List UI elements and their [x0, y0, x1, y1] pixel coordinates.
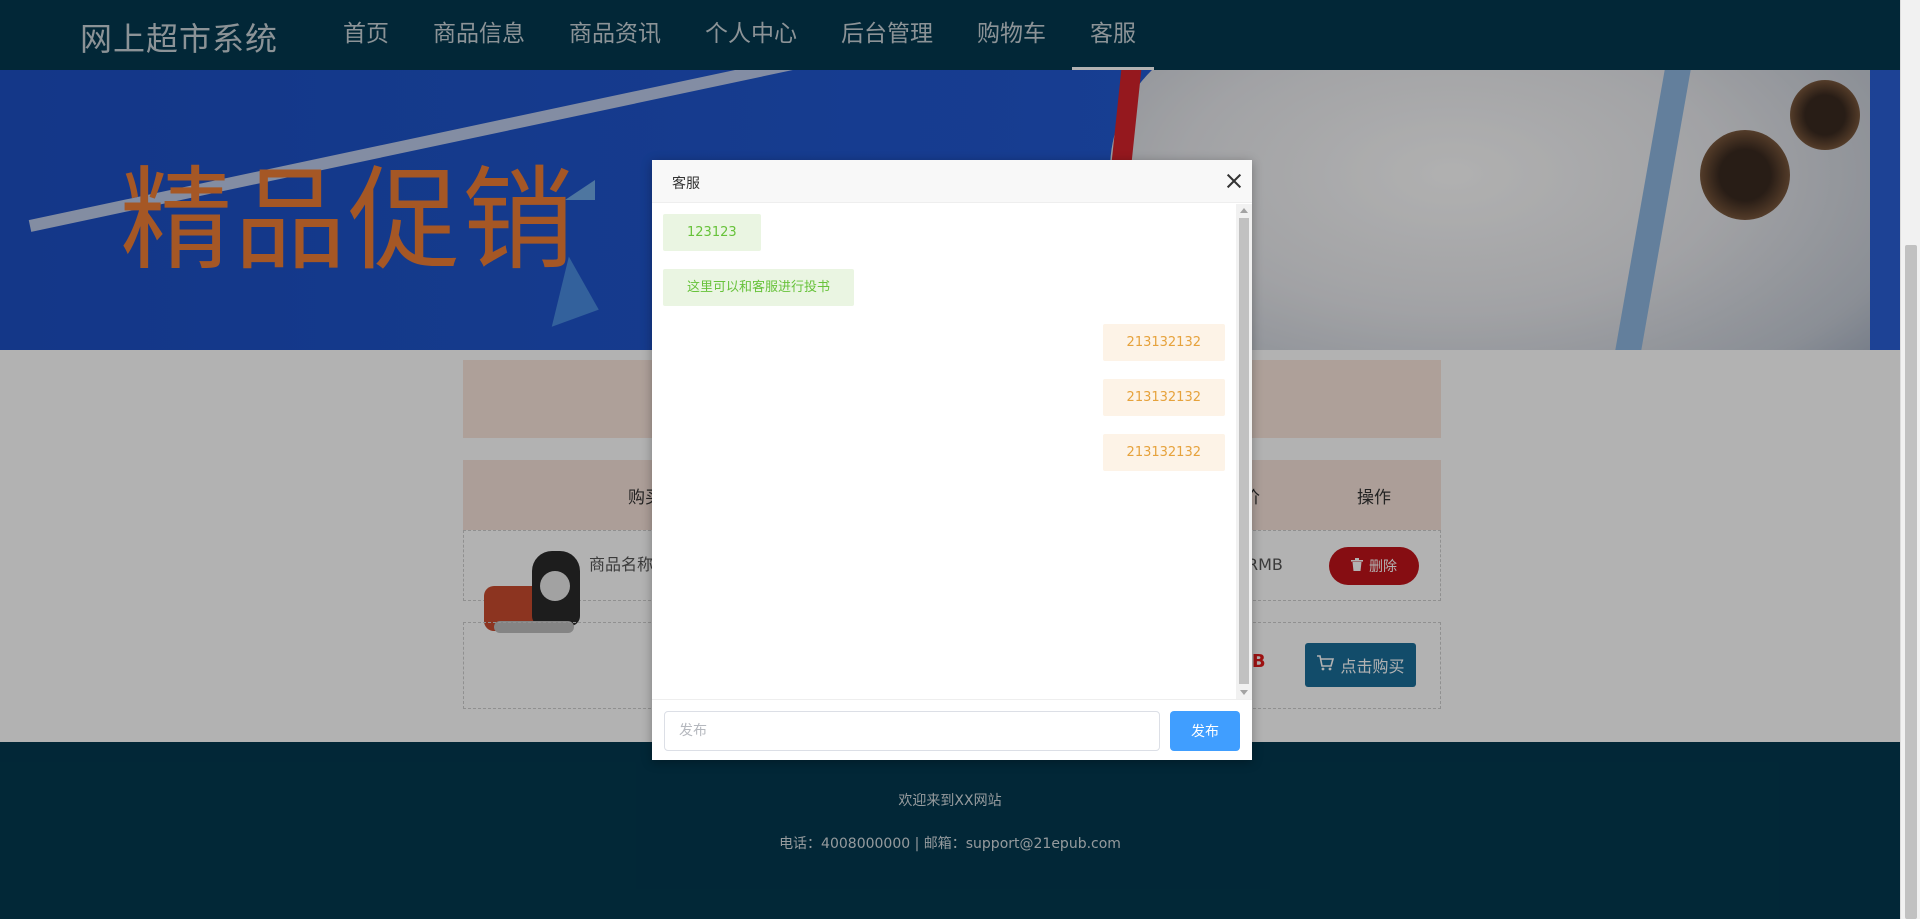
chat-scrollbar[interactable]: [1236, 204, 1252, 699]
page-scrollbar-thumb[interactable]: [1905, 245, 1917, 919]
dialog-title: 客服: [672, 176, 700, 192]
chat-message-agent: 这里可以和客服进行投书: [663, 269, 855, 306]
chat-message-list[interactable]: 123123 这里可以和客服进行投书 213132132 213132132 2…: [652, 204, 1236, 699]
chat-message-user: 213132132: [1102, 379, 1225, 416]
dialog-footer: 发布: [652, 699, 1252, 760]
page-scrollbar[interactable]: [1900, 0, 1920, 919]
chat-message-agent: 123123: [663, 214, 761, 251]
dialog-header: 客服: [652, 160, 1252, 203]
send-button[interactable]: 发布: [1170, 711, 1240, 751]
message-input[interactable]: [664, 711, 1160, 751]
chat-scrollbar-thumb[interactable]: [1239, 218, 1249, 684]
chat-message-user: 213132132: [1102, 324, 1225, 361]
scroll-down-arrow-icon[interactable]: [1240, 690, 1248, 695]
scroll-up-arrow-icon[interactable]: [1240, 208, 1248, 213]
chat-message-user: 213132132: [1102, 434, 1225, 471]
close-icon[interactable]: [1226, 173, 1242, 189]
customer-service-dialog: 客服 123123 这里可以和客服进行投书 213132132 21313213…: [652, 160, 1252, 760]
